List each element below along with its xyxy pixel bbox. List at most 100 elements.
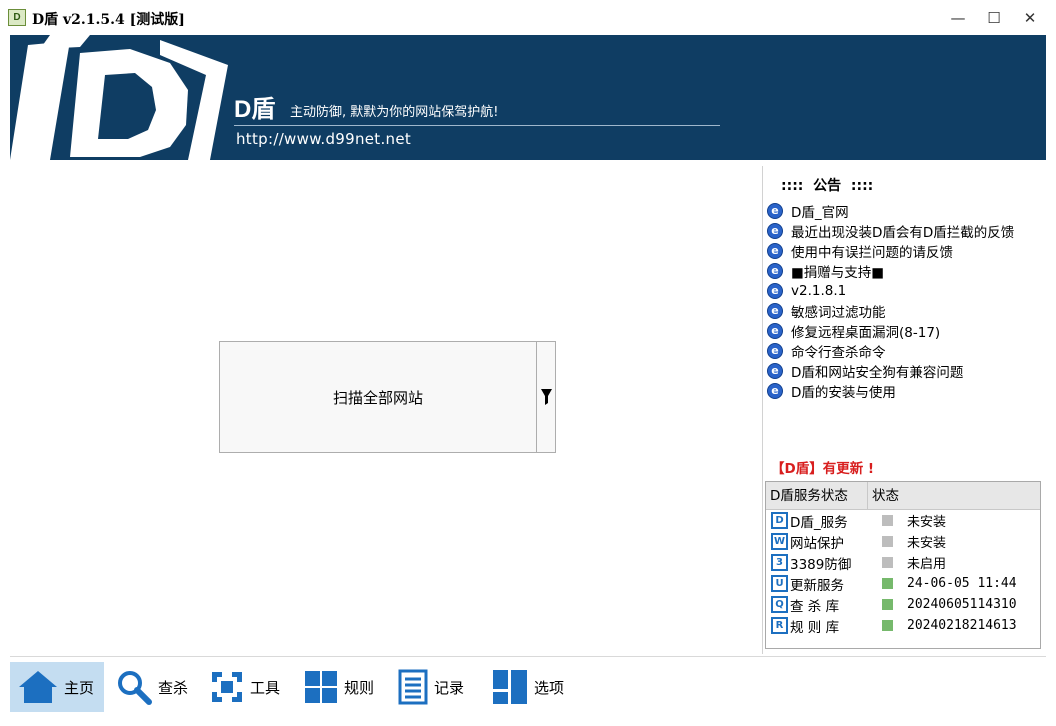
status-table-header: D盾服务状态 状态 (766, 482, 1040, 510)
status-indicator (882, 515, 893, 526)
ie-link-icon: e (767, 363, 783, 379)
service-name: 查 杀 库 (790, 598, 840, 615)
right-panel: :::: 公告 :::: e D盾_官网 e 最近出现没装D盾会有D盾拦截的反馈 e… (762, 166, 1046, 654)
scan-all-sites-button[interactable]: 扫描全部网站 (219, 341, 556, 453)
website-link[interactable]: http://www.d99net.net (236, 130, 411, 148)
service-name: D盾_服务 (790, 514, 848, 531)
ie-link-icon: e (767, 223, 783, 239)
tab-tools-label: 工具 (250, 678, 281, 697)
notice-item-label: D盾和网站安全狗有兼容问题 (791, 365, 964, 381)
notice-item[interactable]: e ■捐赠与支持■ (767, 261, 1014, 281)
tab-scan-label: 查杀 (158, 678, 189, 697)
log-icon (398, 669, 428, 705)
service-name: 网站保护 (790, 535, 844, 552)
service-status: 未安装 (907, 536, 947, 551)
table-row[interactable]: R 规 则 库 20240218214613 (766, 615, 1040, 636)
table-row[interactable]: 3 3389防御 未启用 (766, 552, 1040, 573)
options-icon (493, 670, 527, 704)
tab-logs-label: 记录 (434, 678, 465, 697)
d-service-icon: D (771, 512, 788, 529)
notice-item-label: v2.1.8.1 (791, 283, 847, 299)
scan-dropdown-toggle[interactable] (536, 342, 555, 452)
notice-item[interactable]: e 命令行查杀命令 (767, 341, 1014, 361)
status-indicator (882, 578, 893, 589)
notice-item-label: ■捐赠与支持■ (791, 265, 885, 281)
notice-item[interactable]: e D盾和网站安全狗有兼容问题 (767, 361, 1014, 381)
ie-link-icon: e (767, 343, 783, 359)
bottom-toolbar: 主页 查杀 工具 规则 记录 选项 (10, 662, 578, 712)
status-indicator (882, 620, 893, 631)
notice-item-label: 命令行查杀命令 (791, 345, 886, 361)
status-indicator (882, 599, 893, 610)
magnifier-icon (118, 671, 152, 705)
maximize-button[interactable]: ☐ (976, 6, 1012, 30)
scan-library-icon: Q (771, 596, 788, 613)
column-header-service[interactable]: D盾服务状态 (766, 482, 868, 509)
tab-tools[interactable]: 工具 (202, 662, 292, 712)
notice-item-label: 敏感词过滤功能 (791, 305, 886, 321)
table-row[interactable]: Q 查 杀 库 20240605114310 (766, 594, 1040, 615)
status-indicator (882, 557, 893, 568)
banner-divider (234, 125, 720, 126)
tab-rules-label: 规则 (344, 678, 375, 697)
d-logo-icon (10, 35, 228, 160)
table-row[interactable]: U 更新服务 24-06-05 11:44 (766, 573, 1040, 594)
service-status: 24-06-05 11:44 (907, 576, 1017, 591)
web-protect-icon: W (771, 533, 788, 550)
update-service-icon: U (771, 575, 788, 592)
ie-link-icon: e (767, 383, 783, 399)
rdp-defense-icon: 3 (771, 554, 788, 571)
ie-link-icon: e (767, 243, 783, 259)
rule-library-icon: R (771, 617, 788, 634)
minimize-button[interactable]: — (940, 6, 976, 30)
ie-link-icon: e (767, 323, 783, 339)
service-name: 规 则 库 (790, 619, 840, 636)
scan-button-label: 扫描全部网站 (332, 388, 423, 407)
notice-title: :::: 公告 :::: (781, 178, 874, 194)
tab-options-label: 选项 (534, 678, 565, 697)
tab-home[interactable]: 主页 (10, 662, 104, 712)
notice-list: e D盾_官网 e 最近出现没装D盾会有D盾拦截的反馈 e 使用中有误拦问题的请反馈 … (767, 201, 1014, 401)
table-row[interactable]: D D盾_服务 未安装 (766, 510, 1040, 531)
ie-link-icon: e (767, 203, 783, 219)
notice-item[interactable]: e 使用中有误拦问题的请反馈 (767, 241, 1014, 261)
update-available-link[interactable]: 【D盾】有更新 ! (771, 457, 874, 477)
window-title: D盾 v2.1.5.4 [测试版] (32, 12, 185, 28)
service-status-table: D盾服务状态 状态 D D盾_服务 未安装 W 网站保护 未安装 3 3389防… (765, 481, 1041, 649)
tab-logs[interactable]: 记录 (390, 662, 480, 712)
service-status: 未安装 (907, 515, 947, 530)
notice-item-label: 使用中有误拦问题的请反馈 (791, 245, 953, 261)
service-status: 20240605114310 (907, 597, 1017, 612)
table-row[interactable]: W 网站保护 未安装 (766, 531, 1040, 552)
title-bar: D D盾 v2.1.5.4 [测试版] — ☐ ✕ (0, 0, 1056, 36)
tab-scan[interactable]: 查杀 (108, 662, 198, 712)
column-header-status[interactable]: 状态 (868, 482, 899, 509)
ie-link-icon: e (767, 283, 783, 299)
tab-rules[interactable]: 规则 (296, 662, 386, 712)
notice-item[interactable]: e D盾的安装与使用 (767, 381, 1014, 401)
home-icon (19, 671, 57, 703)
close-button[interactable]: ✕ (1012, 6, 1048, 30)
brand-name: D盾 (234, 96, 276, 123)
funnel-dropdown-icon (540, 389, 552, 405)
notice-item[interactable]: e D盾_官网 (767, 201, 1014, 221)
notice-item[interactable]: e v2.1.8.1 (767, 281, 1014, 301)
slogan: 主动防御, 默默为你的网站保驾护航! (290, 105, 499, 120)
notice-item[interactable]: e 最近出现没装D盾会有D盾拦截的反馈 (767, 221, 1014, 241)
notice-item[interactable]: e 敏感词过滤功能 (767, 301, 1014, 321)
notice-item-label: D盾_官网 (791, 205, 849, 221)
tools-icon (212, 672, 242, 702)
status-indicator (882, 536, 893, 547)
notice-item-label: 最近出现没装D盾会有D盾拦截的反馈 (791, 225, 1015, 241)
app-icon: D (8, 9, 26, 26)
banner: D盾 主动防御, 默默为你的网站保驾护航! http://www.d99net.… (10, 35, 1046, 160)
notice-item[interactable]: e 修复远程桌面漏洞(8-17) (767, 321, 1014, 341)
notice-item-label: D盾的安装与使用 (791, 385, 896, 401)
tab-home-label: 主页 (64, 678, 95, 697)
service-status: 未启用 (907, 557, 947, 572)
service-name: 更新服务 (790, 577, 844, 594)
grid-icon (305, 671, 337, 703)
tab-options[interactable]: 选项 (484, 662, 574, 712)
ie-link-icon: e (767, 263, 783, 279)
service-status: 20240218214613 (907, 618, 1017, 633)
